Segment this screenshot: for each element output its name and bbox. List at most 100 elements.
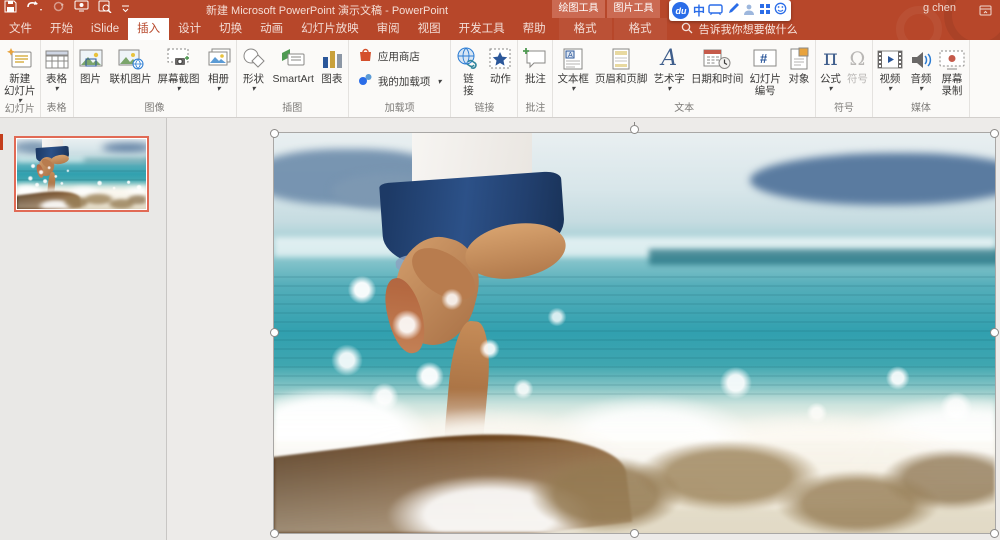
selection-handle-top-middle[interactable] (630, 125, 639, 134)
redo-icon (52, 0, 65, 18)
tab-transitions[interactable]: 切换 (210, 18, 251, 40)
selection-handle-top-right[interactable] (990, 129, 999, 138)
link-button[interactable]: 链接 (452, 41, 484, 97)
selection-handle-bottom-left[interactable] (270, 529, 279, 538)
object-button[interactable]: 对象 (784, 41, 814, 85)
group-slides: 新建 幻灯片 幻灯片 (0, 40, 41, 117)
tab-view[interactable]: 视图 (409, 18, 450, 40)
shapes-button[interactable]: 形状 (238, 41, 270, 92)
tab-slideshow[interactable]: 幻灯片放映 (292, 18, 368, 40)
tab-format-picture[interactable]: 格式 (613, 18, 667, 40)
workspace (0, 118, 1000, 540)
customize-qat-button[interactable] (121, 1, 130, 17)
photo-album-button[interactable]: 相册 (203, 41, 235, 92)
magnifier-doc-icon (98, 0, 112, 18)
screen-recording-icon (939, 43, 965, 73)
photo-album-icon (206, 43, 232, 73)
online-pictures-button[interactable]: 联机图片 (107, 41, 155, 85)
wordart-icon: A (661, 46, 678, 71)
slide-number-indicator (0, 134, 3, 150)
ime-smiley-icon[interactable] (774, 2, 787, 20)
ime-user-icon[interactable] (743, 2, 755, 20)
tab-review[interactable]: 审阅 (368, 18, 409, 40)
tab-developer[interactable]: 开发工具 (450, 18, 514, 40)
screenshot-icon (166, 43, 192, 73)
selection-handle-middle-right[interactable] (990, 328, 999, 337)
action-button[interactable]: 动作 (484, 41, 516, 85)
textbox-button[interactable]: A 文本框 (554, 41, 592, 92)
selection-handle-bottom-middle[interactable] (630, 529, 639, 538)
symbol-button[interactable]: Ω 符号 (844, 41, 871, 85)
new-slide-button[interactable]: 新建 幻灯片 (1, 41, 39, 104)
header-footer-icon (610, 43, 632, 73)
group-label-text: 文本 (674, 103, 695, 114)
preview-button[interactable] (98, 0, 112, 18)
equation-button[interactable]: π 公式 (817, 41, 844, 92)
dropdown-arrow-icon (216, 85, 220, 92)
search-icon (681, 22, 693, 37)
symbol-omega-icon: Ω (849, 48, 866, 70)
audio-button[interactable]: 音频 (906, 41, 936, 92)
selection-handle-middle-left[interactable] (270, 328, 279, 337)
video-button[interactable]: 视频 (874, 41, 906, 92)
ime-pencil-icon[interactable] (727, 2, 740, 20)
tab-format-drawing[interactable]: 格式 (558, 18, 612, 40)
selection-handle-bottom-right[interactable] (990, 529, 999, 538)
tab-islide[interactable]: iSlide (82, 18, 128, 40)
my-addins-button[interactable]: 我的加载项 (358, 72, 442, 90)
screen-recording-button[interactable]: 屏幕 录制 (936, 41, 968, 97)
tab-design[interactable]: 设计 (169, 18, 210, 40)
group-comments: 批注 批注 (518, 40, 554, 117)
dropdown-arrow-icon (435, 75, 441, 87)
group-symbols: π 公式 Ω 符号 符号 (816, 40, 873, 117)
group-text: A 文本框 页眉和页脚 A 艺术字 日期和时间 (553, 40, 816, 117)
header-footer-button[interactable]: 页眉和页脚 (592, 41, 651, 85)
tab-animations[interactable]: 动画 (251, 18, 292, 40)
picture-button[interactable]: 图片 (75, 41, 107, 85)
table-button[interactable]: 表格 (42, 41, 72, 92)
group-label-images: 图像 (144, 103, 165, 114)
screenshot-button[interactable]: 屏幕截图 (155, 41, 203, 92)
tab-home[interactable]: 开始 (41, 18, 82, 40)
dropdown-arrow-icon (888, 85, 892, 92)
wordart-button[interactable]: A 艺术字 (650, 41, 688, 92)
slide-thumbnail[interactable] (14, 136, 149, 212)
ribbon-insert: 新建 幻灯片 幻灯片 表格 表格 (0, 40, 1000, 118)
store-button[interactable]: 应用商店 (358, 47, 442, 65)
group-label-comments: 批注 (525, 103, 546, 114)
group-addins: 应用商店 我的加载项 加载项 (349, 40, 452, 117)
equation-pi-icon: π (823, 46, 838, 71)
smartart-icon (279, 43, 307, 73)
ime-grid-icon[interactable] (759, 2, 771, 20)
ribbon-display-options-button[interactable] (979, 3, 992, 21)
chart-button[interactable]: 图表 (317, 41, 347, 85)
slide-number-button[interactable]: # 幻灯片 编号 (746, 41, 784, 97)
tab-help[interactable]: 帮助 (514, 18, 555, 40)
ime-language-toggle[interactable]: 中 (693, 2, 705, 19)
group-label-addins: 加载项 (384, 103, 415, 114)
save-button[interactable] (4, 0, 17, 18)
slide-canvas[interactable] (167, 118, 1000, 540)
tell-me-search[interactable]: 告诉我你想要做什么 (681, 18, 798, 40)
textbox-icon: A (561, 43, 585, 73)
picture-icon (78, 43, 104, 73)
comment-button[interactable]: 批注 (519, 41, 551, 85)
chevron-down-icon (121, 0, 130, 18)
save-icon (4, 0, 17, 18)
undo-button[interactable] (26, 1, 43, 17)
smartart-button[interactable]: SmartArt (270, 41, 317, 85)
slideshow-icon (74, 0, 89, 18)
shapes-icon (241, 43, 267, 73)
tab-file[interactable]: 文件 (0, 18, 41, 40)
ime-keyboard-icon[interactable] (708, 2, 724, 20)
start-slideshow-button[interactable] (74, 0, 89, 18)
date-time-button[interactable]: 日期和时间 (688, 41, 747, 85)
selected-picture[interactable] (273, 132, 996, 534)
group-media: 视频 音频 屏幕 录制 媒体 (873, 40, 970, 117)
action-star-icon (487, 43, 513, 73)
store-icon (358, 47, 373, 65)
selection-handle-top-left[interactable] (270, 129, 279, 138)
tab-insert[interactable]: 插入 (128, 18, 170, 40)
ime-logo[interactable]: du (672, 2, 690, 19)
redo-button[interactable] (52, 1, 65, 17)
